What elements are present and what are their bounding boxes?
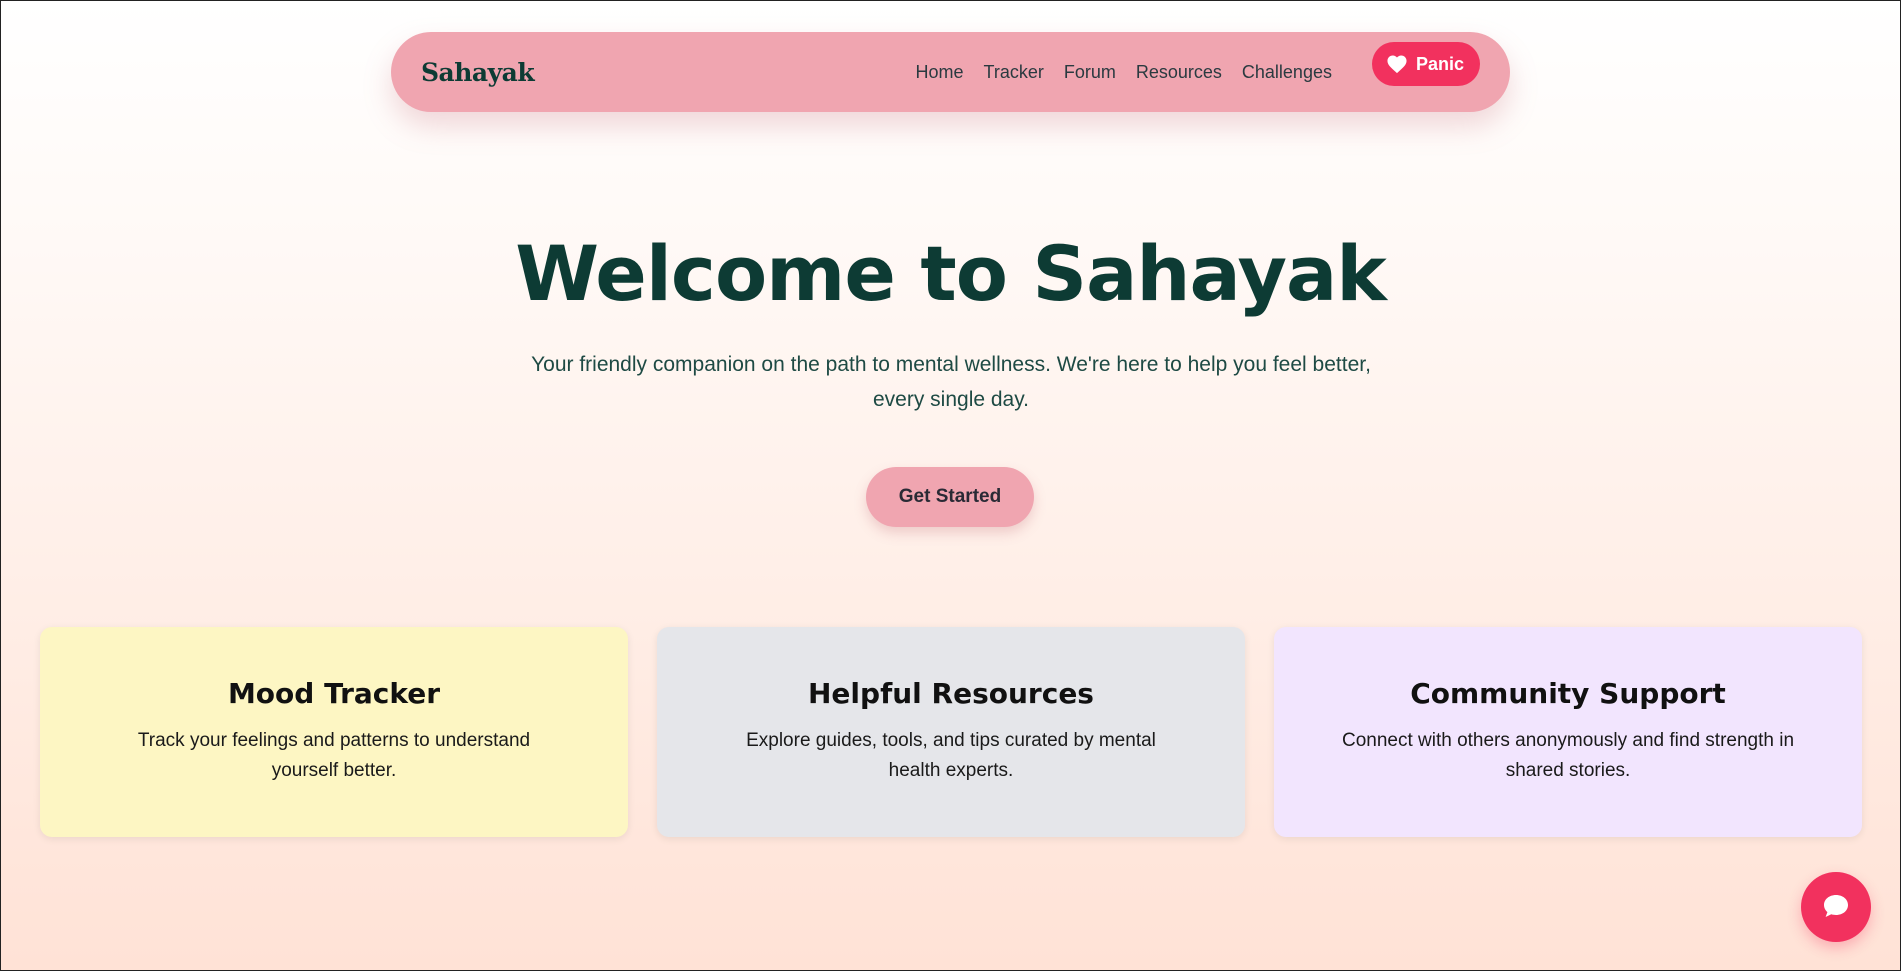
nav-link-home[interactable]: Home xyxy=(915,62,963,83)
chat-bubble-icon xyxy=(1822,893,1850,922)
nav-link-challenges[interactable]: Challenges xyxy=(1242,62,1332,83)
panic-label: Panic xyxy=(1415,53,1464,74)
card-title: Helpful Resources xyxy=(808,677,1094,710)
nav-link-tracker[interactable]: Tracker xyxy=(984,62,1044,83)
feature-card-mood-tracker[interactable]: Mood Tracker Track your feelings and pat… xyxy=(40,627,628,837)
hero-title: Welcome to Sahayak xyxy=(515,229,1387,318)
card-description: Explore guides, tools, and tips curated … xyxy=(746,730,1156,781)
nav-links: Home Tracker Forum Resources Challenges xyxy=(915,62,1331,83)
card-title: Mood Tracker xyxy=(227,677,441,710)
card-title: Community Support xyxy=(1410,677,1726,710)
hero-subtitle: Your friendly companion on the path to m… xyxy=(531,353,1371,411)
nav-link-forum[interactable]: Forum xyxy=(1064,62,1116,83)
get-started-button[interactable]: Get Started xyxy=(866,467,1034,527)
card-description: Track your feelings and patterns to unde… xyxy=(137,730,531,781)
feature-card-community-support[interactable]: Community Support Connect with others an… xyxy=(1274,627,1862,837)
heart-icon xyxy=(1386,54,1408,74)
logo[interactable]: Sahayak xyxy=(421,58,535,87)
panic-button[interactable]: Panic xyxy=(1371,42,1480,86)
card-description: Connect with others anonymously and find… xyxy=(1341,730,1795,781)
nav-link-resources[interactable]: Resources xyxy=(1136,62,1222,83)
chat-button[interactable] xyxy=(1801,872,1871,942)
feature-card-helpful-resources[interactable]: Helpful Resources Explore guides, tools,… xyxy=(657,627,1245,837)
navbar: Sahayak Home Tracker Forum Resources Cha… xyxy=(391,32,1510,112)
